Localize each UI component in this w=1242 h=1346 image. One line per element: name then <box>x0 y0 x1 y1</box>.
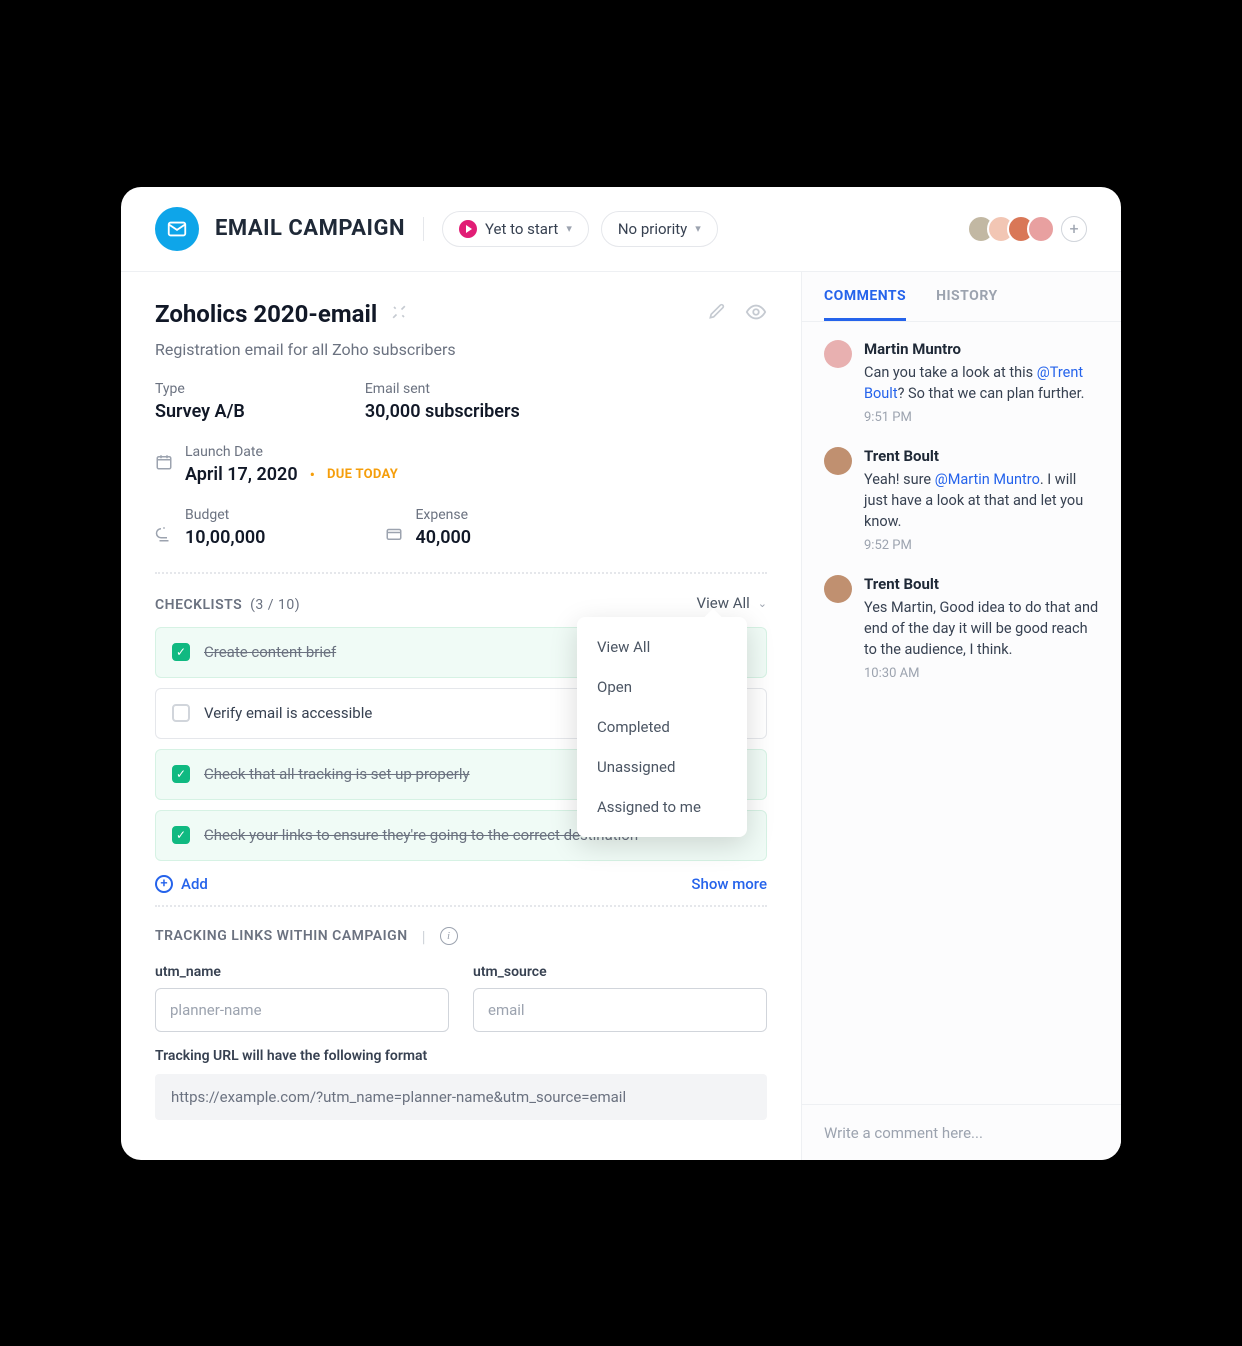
filter-option[interactable]: Open <box>577 667 747 707</box>
checkbox[interactable]: ✓ <box>172 765 190 783</box>
show-more-button[interactable]: Show more <box>691 875 767 893</box>
page-title: Zoholics 2020-email <box>155 300 377 328</box>
chevron-down-icon: ▾ <box>566 222 572 235</box>
checkbox[interactable]: ✓ <box>172 826 190 844</box>
mention[interactable]: @Martin Muntro <box>935 471 1040 488</box>
expense-icon <box>385 525 403 547</box>
checklist-text: Check your links to ensure they're going… <box>204 825 638 846</box>
tracking-heading: TRACKING LINKS WITHIN CAMPAIGN <box>155 928 408 944</box>
expense-label: Expense <box>415 507 471 523</box>
due-badge: DUE TODAY <box>327 467 398 482</box>
comment-time: 9:52 PM <box>864 538 1099 553</box>
budget-icon <box>155 525 173 547</box>
divider <box>155 572 767 574</box>
tracking-url-label: Tracking URL will have the following for… <box>155 1048 767 1064</box>
divider <box>423 217 424 241</box>
comment: Trent Boult Yes Martin, Good idea to do t… <box>824 575 1099 681</box>
add-checklist-button[interactable]: + Add <box>155 875 208 893</box>
filter-option[interactable]: View All <box>577 627 747 667</box>
launch-label: Launch Date <box>185 444 398 460</box>
type-label: Type <box>155 381 245 397</box>
utm-source-label: utm_source <box>473 964 767 980</box>
comment-text: Yeah! sure @Martin Muntro. I will just h… <box>864 469 1099 532</box>
comment-author: Martin Muntro <box>864 340 1099 358</box>
add-assignee-button[interactable]: + <box>1061 216 1087 242</box>
edit-icon[interactable] <box>707 301 727 327</box>
avatar <box>824 447 852 475</box>
comment-author: Trent Boult <box>864 447 1099 465</box>
play-icon <box>459 220 477 238</box>
status-pill[interactable]: Yet to start ▾ <box>442 211 589 247</box>
filter-dropdown: View AllOpenCompletedUnassignedAssigned … <box>577 617 747 837</box>
expense-value: 40,000 <box>415 527 471 548</box>
comment: Martin Muntro Can you take a look at this… <box>824 340 1099 425</box>
status-label: Yet to start <box>485 220 558 238</box>
chevron-down-icon: ▾ <box>695 222 701 235</box>
mail-app-icon <box>155 207 199 251</box>
comment: Trent Boult Yeah! sure @Martin Muntro. I … <box>824 447 1099 553</box>
comment-time: 10:30 AM <box>864 666 1099 681</box>
filter-option[interactable]: Completed <box>577 707 747 747</box>
checklist-filter-button[interactable]: View All ⌄ <box>697 594 767 612</box>
watch-icon[interactable] <box>745 301 767 327</box>
avatar <box>824 575 852 603</box>
launch-value: April 17, 2020 <box>185 464 298 485</box>
type-value: Survey A/B <box>155 401 245 422</box>
budget-label: Budget <box>185 507 265 523</box>
filter-option[interactable]: Unassigned <box>577 747 747 787</box>
checklists-heading: CHECKLISTS (3 / 10) <box>155 594 300 613</box>
filter-label: View All <box>697 594 750 612</box>
utm-name-label: utm_name <box>155 964 449 980</box>
chevron-down-icon: ⌄ <box>758 597 767 610</box>
assignee-avatars[interactable] <box>975 215 1055 243</box>
priority-pill[interactable]: No priority ▾ <box>601 211 718 247</box>
tab-comments[interactable]: COMMENTS <box>824 288 906 321</box>
utm-name-input[interactable] <box>155 988 449 1032</box>
page-subtitle: Registration email for all Zoho subscrib… <box>155 340 767 359</box>
tab-history[interactable]: HISTORY <box>936 288 998 321</box>
comment-input[interactable] <box>824 1124 1099 1142</box>
filter-option[interactable]: Assigned to me <box>577 787 747 827</box>
sent-label: Email sent <box>365 381 520 397</box>
comment-author: Trent Boult <box>864 575 1099 593</box>
comment-text: Yes Martin, Good idea to do that and end… <box>864 597 1099 660</box>
mention[interactable]: @Trent Boult <box>864 364 1083 402</box>
checklist-text: Check that all tracking is set up proper… <box>204 764 470 785</box>
app-title: EMAIL CAMPAIGN <box>215 216 405 241</box>
checkbox[interactable] <box>172 704 190 722</box>
add-label: Add <box>181 875 208 893</box>
comment-text: Can you take a look at this @Trent Boult… <box>864 362 1099 404</box>
divider <box>155 905 767 907</box>
calendar-icon <box>155 453 173 475</box>
tracking-url-value: https://example.com/?utm_name=planner-na… <box>155 1074 767 1120</box>
info-icon[interactable]: i <box>440 927 458 945</box>
topbar: EMAIL CAMPAIGN Yet to start ▾ No priorit… <box>121 187 1121 272</box>
checklist: ✓ Create content brief Verify email is acc… <box>155 627 767 861</box>
plus-icon: + <box>155 875 173 893</box>
avatar <box>824 340 852 368</box>
checklist-text: Verify email is accessible <box>204 703 372 724</box>
dot-separator: • <box>310 465 315 484</box>
comment-time: 9:51 PM <box>864 410 1099 425</box>
sent-value: 30,000 subscribers <box>365 401 520 422</box>
avatar[interactable] <box>1027 215 1055 243</box>
unlink-icon[interactable] <box>389 302 409 326</box>
utm-source-input[interactable] <box>473 988 767 1032</box>
checklist-text: Create content brief <box>204 642 336 663</box>
comments-list: Martin Muntro Can you take a look at this… <box>802 322 1121 1104</box>
checkbox[interactable]: ✓ <box>172 643 190 661</box>
budget-value: 10,00,000 <box>185 527 265 548</box>
priority-label: No priority <box>618 220 687 238</box>
